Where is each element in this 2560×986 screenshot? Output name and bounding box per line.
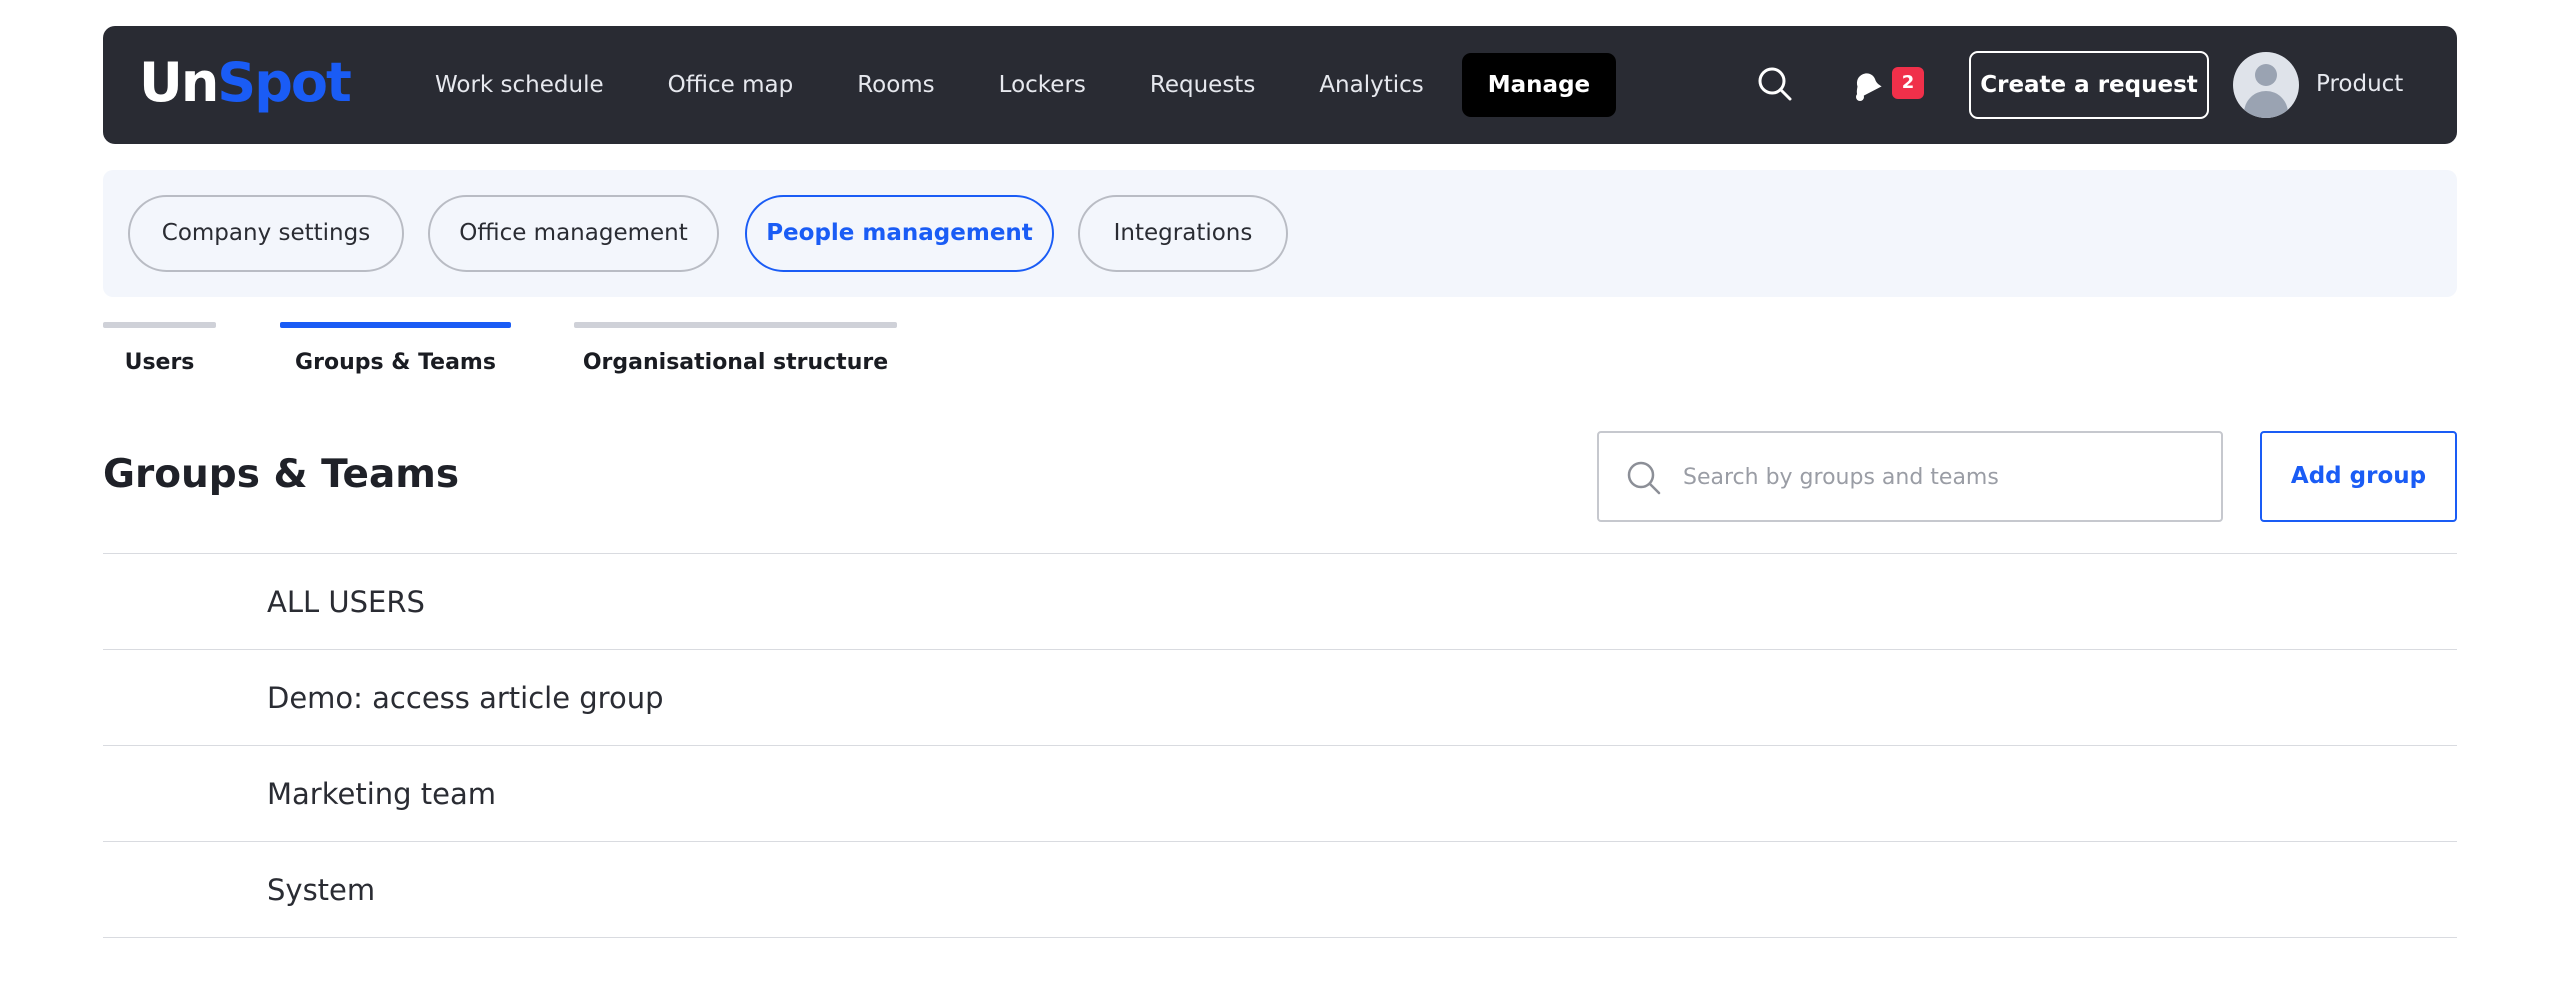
subtab-indicator-active <box>280 322 511 328</box>
user-name[interactable]: Product <box>2316 66 2403 102</box>
top-navigation-bar: UnSpot Work schedule Office map Rooms Lo… <box>103 26 2457 144</box>
subtab-indicator <box>103 322 216 328</box>
group-name: ALL USERS <box>267 585 425 619</box>
list-item[interactable]: ALL USERS <box>103 554 2457 650</box>
list-item[interactable]: Demo: access article group <box>103 650 2457 746</box>
create-request-button[interactable]: Create a request <box>1969 51 2209 119</box>
tab-company-settings[interactable]: Company settings <box>128 195 404 272</box>
nav-rooms[interactable]: Rooms <box>825 53 966 117</box>
tab-office-management[interactable]: Office management <box>428 195 719 272</box>
group-search-box[interactable] <box>1597 431 2223 522</box>
group-name: System <box>267 873 376 907</box>
avatar-head <box>2255 64 2277 86</box>
nav-lockers[interactable]: Lockers <box>967 53 1118 117</box>
tab-people-management[interactable]: People management <box>745 195 1054 272</box>
nav-office-map[interactable]: Office map <box>636 53 826 117</box>
logo-part-un: Un <box>139 51 219 114</box>
subtab-groups-teams[interactable]: Groups & Teams <box>280 322 511 380</box>
subtab-groups-teams-label: Groups & Teams <box>295 350 496 375</box>
subtab-users-label: Users <box>124 350 195 375</box>
notification-bell-icon[interactable] <box>1846 66 1886 106</box>
subtab-organisational-structure-label: Organisational structure <box>582 350 889 375</box>
main-nav: Work schedule Office map Rooms Lockers R… <box>403 26 1617 144</box>
search-icon <box>1627 461 1661 495</box>
subtab-users[interactable]: Users <box>103 322 216 380</box>
groups-list: ALL USERS Demo: access article group Mar… <box>103 553 2457 938</box>
group-search-input[interactable] <box>1683 435 2203 519</box>
tab-integrations[interactable]: Integrations <box>1078 195 1288 272</box>
search-icon[interactable] <box>1755 64 1795 104</box>
user-avatar[interactable] <box>2233 52 2299 118</box>
subtab-indicator <box>574 322 897 328</box>
group-name: Demo: access article group <box>267 681 664 715</box>
avatar-body <box>2244 91 2288 118</box>
nav-manage[interactable]: Manage <box>1461 53 1617 117</box>
list-item[interactable]: System <box>103 842 2457 938</box>
add-group-button[interactable]: Add group <box>2260 431 2457 522</box>
nav-work-schedule[interactable]: Work schedule <box>403 53 636 117</box>
nav-analytics[interactable]: Analytics <box>1287 53 1455 117</box>
subtab-organisational-structure[interactable]: Organisational structure <box>574 322 897 380</box>
list-item[interactable]: Marketing team <box>103 746 2457 842</box>
management-section-bar: Company settings Office management Peopl… <box>103 170 2457 297</box>
logo-part-spot: Spot <box>217 51 351 114</box>
nav-requests[interactable]: Requests <box>1118 53 1287 117</box>
page-title: Groups & Teams <box>103 452 460 497</box>
notification-count-badge: 2 <box>1892 67 1924 99</box>
unspot-logo[interactable]: UnSpot <box>139 48 352 118</box>
group-name: Marketing team <box>267 777 496 811</box>
